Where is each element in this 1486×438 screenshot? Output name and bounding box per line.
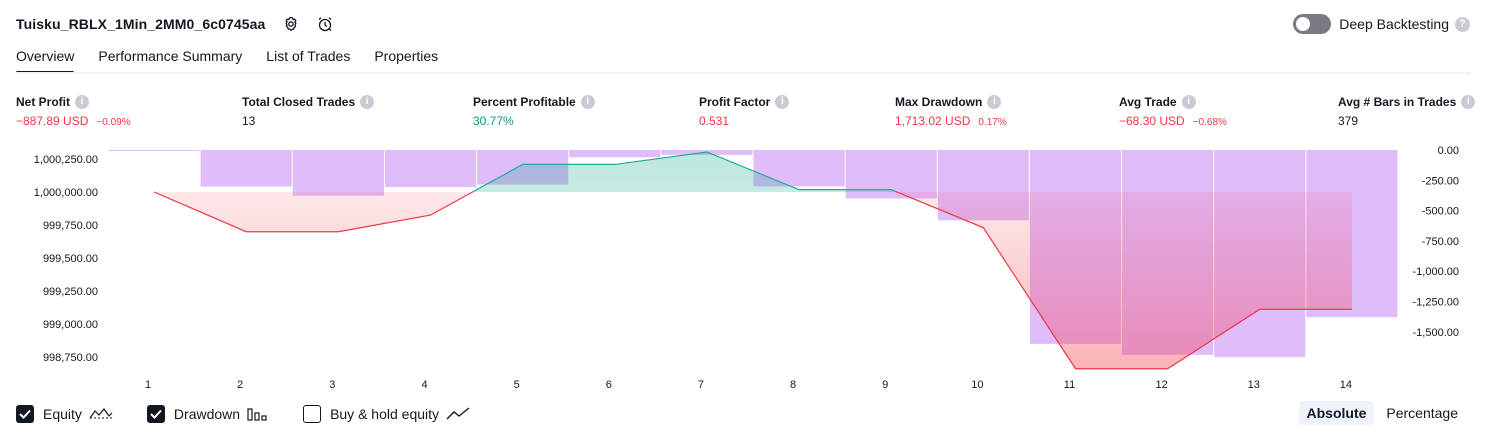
right-axis: 0.00 -250.00 -500.00 -750.00 -1,000.00 -1,250…: [1413, 145, 1459, 339]
legend-buy-hold[interactable]: Buy & hold equity: [303, 405, 470, 423]
left-tick-label: 1,000,000.00: [34, 187, 98, 199]
info-icon[interactable]: i: [75, 94, 89, 109]
right-tick-label: -500.00: [1422, 206, 1459, 218]
metric-label: Max Drawdown: [895, 94, 983, 109]
help-icon[interactable]: ?: [1455, 16, 1470, 32]
value-mode-switch: Absolute Percentage: [1295, 401, 1467, 425]
x-tick-label: 5: [514, 379, 520, 391]
checkbox-checked-icon[interactable]: [16, 405, 34, 423]
x-tick-label: 9: [882, 379, 888, 391]
metric-value: 13: [242, 114, 256, 128]
tab-performance-summary[interactable]: Performance Summary: [98, 44, 242, 74]
x-tick-label: 3: [329, 379, 335, 391]
info-icon[interactable]: i: [987, 94, 1002, 109]
metric-label: Avg Trade: [1119, 94, 1177, 109]
metric-value: 1,713.02 USD: [895, 114, 971, 128]
x-tick-label: 6: [606, 379, 612, 391]
x-tick-label: 4: [421, 379, 427, 391]
report-tabs: Overview Performance Summary List of Tra…: [16, 44, 462, 74]
legend-drawdown[interactable]: Drawdown: [146, 405, 269, 423]
strategy-title: Tuisku_RBLX_1Min_2MM0_6c0745aa: [16, 16, 266, 32]
right-tick-label: 0.00: [1438, 145, 1459, 157]
legend-label: Drawdown: [173, 406, 241, 422]
x-tick-label: 10: [971, 379, 983, 391]
x-tick-label: 8: [790, 379, 796, 391]
buy-hold-icon: [446, 407, 470, 421]
right-tick-label: -1,000.00: [1413, 266, 1459, 278]
x-tick-label: 1: [145, 379, 151, 391]
legend-label: Equity: [43, 406, 82, 422]
deep-backtesting-toggle[interactable]: [1293, 14, 1332, 34]
metric-label: Avg # Bars in Trades: [1338, 94, 1457, 109]
legend-label: Buy & hold equity: [330, 406, 440, 422]
info-icon[interactable]: i: [775, 94, 790, 109]
right-tick-label: -1,500.00: [1413, 327, 1459, 339]
deep-backtesting: Deep Backtesting ?: [1293, 12, 1470, 36]
toggle-knob: [1296, 17, 1311, 31]
drawdown-bars-icon: [247, 407, 269, 421]
metric-label: Net Profit: [16, 94, 70, 109]
metric-avg-trade: Avg Trade i −68.30 USD −0.68%: [1119, 94, 1227, 128]
metric-profit-factor: Profit Factor i 0.531: [699, 94, 790, 128]
drawdown-bar: [569, 150, 661, 158]
info-icon[interactable]: i: [360, 94, 375, 109]
right-tick-label: -250.00: [1422, 175, 1459, 187]
equity-icon: [89, 407, 113, 421]
x-tick-label: 7: [698, 379, 704, 391]
left-tick-label: 998,750.00: [43, 352, 98, 364]
metric-total-closed-trades: Total Closed Trades i 13: [242, 94, 375, 128]
report-header: Tuisku_RBLX_1Min_2MM0_6c0745aa: [16, 12, 335, 36]
right-tick-label: -1,250.00: [1413, 297, 1459, 309]
drawdown-bar: [384, 150, 477, 187]
equity-drawdown-chart[interactable]: 1,000,250.00 1,000,000.00 999,750.00 999,50…: [0, 138, 1486, 398]
x-tick-label: 12: [1156, 379, 1168, 391]
info-icon[interactable]: i: [1461, 94, 1476, 109]
drawdown-bar: [200, 150, 292, 187]
metric-label: Percent Profitable: [473, 94, 576, 109]
left-tick-label: 999,750.00: [43, 220, 98, 232]
left-tick-label: 999,000.00: [43, 319, 98, 331]
tab-properties[interactable]: Properties: [374, 44, 438, 74]
metric-percent: 0.17%: [978, 117, 1007, 128]
right-tick-label: -750.00: [1422, 236, 1459, 248]
metric-value: −68.30 USD: [1119, 114, 1185, 128]
metric-percent: −0.68%: [1192, 117, 1227, 128]
x-tick-label: 11: [1064, 379, 1075, 391]
metric-label: Profit Factor: [699, 94, 771, 109]
metric-value: 0.531: [699, 114, 730, 128]
metric-value: 379: [1338, 114, 1359, 128]
metric-value: −887.89 USD: [16, 114, 89, 128]
legend-equity[interactable]: Equity: [16, 405, 113, 423]
alarm-clock-icon[interactable]: [315, 14, 335, 34]
checkbox-checked-icon[interactable]: [146, 405, 165, 423]
left-tick-label: 999,250.00: [43, 286, 98, 298]
left-tick-label: 999,500.00: [43, 253, 98, 265]
tab-list-of-trades[interactable]: List of Trades: [266, 44, 350, 74]
tab-overview[interactable]: Overview: [16, 44, 75, 74]
metric-value: 30.77%: [473, 114, 514, 128]
absolute-button[interactable]: Absolute: [1298, 401, 1375, 425]
checkbox-unchecked-icon[interactable]: [303, 405, 322, 423]
deep-backtesting-label: Deep Backtesting: [1339, 16, 1449, 32]
drawdown-bar: [292, 150, 384, 196]
metric-percent: −0.09%: [96, 117, 131, 128]
chart-legend: Equity Drawdown Buy & hold equity: [16, 404, 504, 424]
metric-avg-bars: Avg # Bars in Trades i 379: [1338, 94, 1476, 128]
percentage-button[interactable]: Percentage: [1378, 401, 1466, 425]
left-axis: 1,000,250.00 1,000,000.00 999,750.00 999,50…: [34, 154, 98, 364]
settings-icon[interactable]: [281, 14, 301, 34]
metric-net-profit: Net Profit i −887.89 USD −0.09%: [16, 94, 131, 128]
tabs-divider: [16, 72, 1470, 74]
x-tick-label: 2: [237, 379, 243, 391]
info-icon[interactable]: i: [580, 94, 595, 109]
metric-label: Total Closed Trades: [242, 94, 356, 109]
left-tick-label: 1,000,250.00: [34, 154, 98, 166]
metric-percent-profitable: Percent Profitable i 30.77%: [473, 94, 595, 128]
x-tick-label: 14: [1340, 379, 1352, 391]
x-tick-label: 13: [1248, 379, 1260, 391]
drawdown-bar: [108, 150, 200, 151]
info-icon[interactable]: i: [1181, 94, 1196, 109]
x-axis: 1 2 3 4 5 6 7 8 9 10 11 12 13 14: [145, 379, 1352, 391]
metric-max-drawdown: Max Drawdown i 1,713.02 USD 0.17%: [895, 94, 1007, 128]
